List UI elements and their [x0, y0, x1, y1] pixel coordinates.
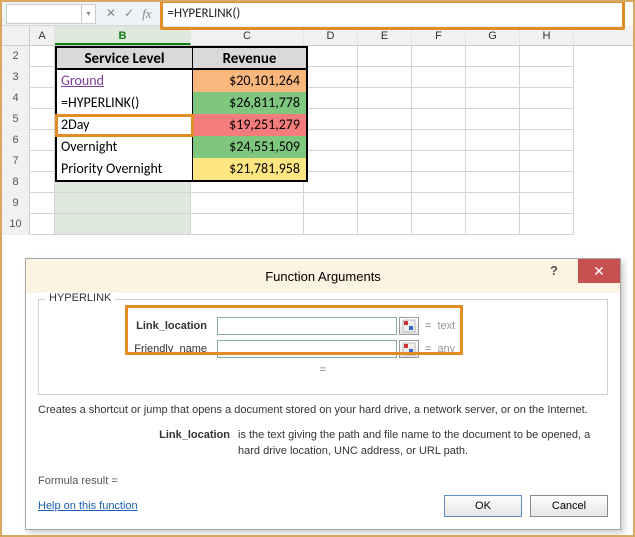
- table-row: Overnight $24,551,509: [57, 136, 306, 158]
- arg-label: Link_location: [47, 320, 217, 332]
- param-name: Link_location: [38, 428, 238, 459]
- cell-service-editing[interactable]: =HYPERLINK(): [57, 92, 193, 114]
- refedit-button[interactable]: [399, 340, 419, 358]
- link-location-input[interactable]: [217, 317, 397, 335]
- arg-label: Friendly_name: [47, 343, 217, 355]
- column-headers: A B C D E F G H: [2, 26, 633, 46]
- friendly-name-input[interactable]: [217, 340, 397, 358]
- accept-formula-icon[interactable]: ✓: [124, 6, 134, 22]
- function-arguments-dialog: Function Arguments ? ✕ HYPERLINK Link_lo…: [25, 258, 621, 530]
- equals-icon: =: [419, 320, 437, 332]
- arg-type: any: [437, 343, 455, 355]
- formula-bar: ▾ ✕ ✓ fx =HYPERLINK(): [2, 2, 633, 26]
- arguments-group: HYPERLINK Link_location = text Friendly_…: [38, 299, 608, 395]
- function-name-label: HYPERLINK: [45, 292, 115, 304]
- row-header[interactable]: 2: [2, 46, 30, 67]
- row-header[interactable]: 10: [2, 214, 30, 235]
- help-on-function-link[interactable]: Help on this function: [38, 500, 138, 512]
- table-row: 2Day $19,251,279: [57, 114, 306, 136]
- table-header-service: Service Level: [57, 48, 193, 70]
- row-header[interactable]: 5: [2, 109, 30, 130]
- col-header-E[interactable]: E: [358, 26, 412, 45]
- row-header[interactable]: 8: [2, 172, 30, 193]
- cell-revenue[interactable]: $24,551,509: [193, 136, 306, 158]
- row-header[interactable]: 7: [2, 151, 30, 172]
- col-header-D[interactable]: D: [304, 26, 358, 45]
- col-header-A[interactable]: A: [30, 26, 55, 45]
- row-header[interactable]: 6: [2, 130, 30, 151]
- cell-service[interactable]: Priority Overnight: [57, 158, 193, 180]
- dialog-titlebar[interactable]: Function Arguments ? ✕: [26, 259, 620, 293]
- cell-revenue[interactable]: $26,811,778: [193, 92, 306, 114]
- row-header[interactable]: 9: [2, 193, 30, 214]
- param-description: Link_location is the text giving the pat…: [38, 428, 608, 459]
- col-header-C[interactable]: C: [191, 26, 304, 45]
- dialog-help-button[interactable]: ?: [534, 259, 574, 283]
- refedit-button[interactable]: [399, 317, 419, 335]
- equals-icon: =: [419, 343, 437, 355]
- dialog-close-button[interactable]: ✕: [578, 259, 620, 283]
- table-row: Priority Overnight $21,781,958: [57, 158, 306, 180]
- row-header[interactable]: 4: [2, 88, 30, 109]
- dialog-title: Function Arguments: [265, 269, 381, 284]
- function-description: Creates a shortcut or jump that opens a …: [38, 403, 608, 418]
- name-box-dropdown[interactable]: ▾: [82, 4, 96, 24]
- table-row: =HYPERLINK() $26,811,778: [57, 92, 306, 114]
- table-row: Ground $20,101,264: [57, 70, 306, 92]
- cancel-formula-icon[interactable]: ✕: [106, 6, 116, 22]
- name-box[interactable]: [6, 4, 82, 24]
- col-header-F[interactable]: F: [412, 26, 466, 45]
- cell-service[interactable]: Ground: [57, 70, 193, 92]
- formula-result: Formula result =: [38, 475, 608, 487]
- col-header-B[interactable]: B: [55, 26, 191, 45]
- cell-revenue[interactable]: $19,251,279: [193, 114, 306, 136]
- fx-icon[interactable]: fx: [142, 6, 151, 22]
- col-header-G[interactable]: G: [466, 26, 520, 45]
- arg-type: text: [437, 320, 455, 332]
- formula-input[interactable]: =HYPERLINK(): [162, 2, 633, 26]
- cell-service[interactable]: 2Day: [57, 114, 193, 136]
- col-header-H[interactable]: H: [520, 26, 574, 45]
- data-table: Service Level Revenue Ground $20,101,264…: [55, 46, 308, 182]
- cell-service[interactable]: Overnight: [57, 136, 193, 158]
- ok-button[interactable]: OK: [444, 495, 522, 517]
- arg-row-link-location: Link_location = text: [47, 315, 599, 337]
- param-text: is the text giving the path and file nam…: [238, 428, 608, 459]
- row-header[interactable]: 3: [2, 67, 30, 88]
- cancel-button[interactable]: Cancel: [530, 495, 608, 517]
- cell-revenue[interactable]: $20,101,264: [193, 70, 306, 92]
- table-header-revenue: Revenue: [193, 48, 306, 70]
- worksheet-grid[interactable]: A B C D E F G H 2 3 4 5 6 7 8 9 10 Servi…: [2, 26, 633, 258]
- cell-revenue[interactable]: $21,781,958: [193, 158, 306, 180]
- arg-row-friendly-name: Friendly_name = any: [47, 338, 599, 360]
